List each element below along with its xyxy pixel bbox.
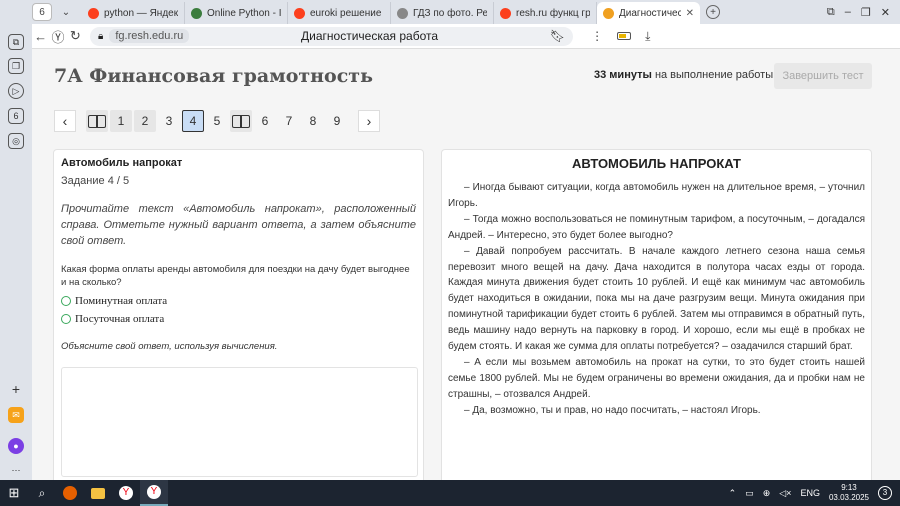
page-9[interactable]: 9 [326, 110, 348, 132]
back-arrow-icon[interactable]: ← [32, 29, 49, 44]
task-title: Автомобиль напрокат [61, 157, 183, 169]
tray-chevron-icon[interactable]: ⌃ [729, 488, 737, 499]
tab-favicon-icon [88, 7, 99, 19]
text-title: АВТОМОБИЛЬ НАПРОКАТ [572, 156, 741, 171]
more-icon[interactable]: ⋯ [8, 462, 24, 478]
page-content: 7А Финансовая грамотность 33 минуты на в… [32, 49, 900, 480]
browser-tab[interactable]: euroki решение за [288, 2, 391, 24]
text-paragraph: – Тогда можно воспользоваться не поминут… [448, 213, 865, 241]
prev-arrow-icon: ‹ [62, 113, 68, 129]
reading-text-panel: АВТОМОБИЛЬ НАПРОКАТ – Иногда бывают ситу… [441, 149, 872, 480]
browser-tab[interactable]: resh.ru функц гра [494, 2, 597, 24]
radio-icon[interactable] [61, 314, 71, 324]
page-5[interactable]: 5 [206, 110, 228, 132]
page-6[interactable]: 6 [254, 110, 276, 132]
tab-label: ГДЗ по фото. Реш [413, 7, 487, 19]
option-label: Поминутная оплата [75, 295, 168, 307]
tab-list-chevron-icon[interactable]: ⌄ [56, 3, 76, 21]
page-2[interactable]: 2 [134, 110, 156, 132]
url-domain: fg.resh.edu.ru [109, 29, 190, 43]
yandex-browser-active-icon[interactable]: Y [140, 480, 168, 506]
lock-icon: 🔒︎ [98, 30, 104, 42]
clock[interactable]: 9:13 03.03.2025 [829, 483, 869, 503]
text-body: – Иногда бывают ситуации, когда автомоби… [448, 180, 865, 419]
text-book-icon[interactable] [86, 110, 108, 132]
task-panel: Автомобиль напрокат Задание 4 / 5 Прочит… [53, 149, 424, 480]
windows-taskbar: ⊞ ⌕ Y Y ⌃ ▭ ⊕ ◁× ENG 9:13 03.03.2025 3 [0, 480, 900, 506]
page-title-in-url: Диагностическая работа [301, 29, 439, 43]
add-icon[interactable]: + [8, 381, 24, 397]
text-paragraph: – А если мы возьмем автомобиль на прокат… [448, 356, 865, 400]
tray-battery-icon[interactable]: ▭ [745, 488, 754, 499]
browser-tab[interactable]: Online Python - IDE [185, 2, 288, 24]
page-1[interactable]: 1 [110, 110, 132, 132]
tab-label: euroki решение за [310, 7, 384, 19]
menu-dots-icon[interactable]: ⋮ [591, 29, 603, 43]
browser-tab[interactable]: ГДЗ по фото. Реш [391, 2, 494, 24]
play-icon[interactable]: ▷ [8, 83, 24, 99]
tab-favicon-icon [294, 7, 305, 19]
search-icon[interactable]: ⌕ [28, 480, 56, 506]
prev-page-button[interactable]: ‹ [54, 110, 76, 132]
browser-sidebar: ⧉ ❐ ▷ 6 ◎ + ✉ ● ⋯ [0, 24, 32, 480]
clock-time: 9:13 [841, 483, 857, 492]
tab-count-icon[interactable]: 6 [8, 108, 24, 124]
tab-favicon-icon [191, 7, 202, 19]
timer-suffix: на выполнение работы [654, 69, 774, 81]
tab-counter-label: 6 [39, 6, 45, 18]
text-paragraph: – Давай попробуем рассчитать. В начале к… [448, 245, 865, 353]
page-8[interactable]: 8 [302, 110, 324, 132]
page-4-current[interactable]: 4 [182, 110, 204, 132]
firefox-icon[interactable] [56, 480, 84, 506]
camera-icon[interactable]: ◎ [8, 133, 24, 149]
notifications-badge[interactable]: 3 [878, 486, 892, 500]
next-page-button[interactable]: › [358, 110, 380, 132]
explain-prompt: Объясните свой ответ, используя вычислен… [61, 341, 278, 352]
page-7[interactable]: 7 [278, 110, 300, 132]
task-pager: ‹ 1 2 3 4 5 6 7 8 9 › [54, 110, 382, 132]
tab-favicon-icon [500, 7, 511, 19]
task-instruction: Прочитайте текст «Автомобиль напрокат», … [61, 203, 416, 247]
text-paragraph: – Да, возможно, ты и прав, но надо посчи… [464, 404, 761, 416]
copy-icon[interactable]: ❐ [8, 58, 24, 74]
timer-value: 33 минуты [594, 69, 652, 81]
reload-icon[interactable]: ↻ [67, 28, 84, 44]
tab-label: resh.ru функц гра [516, 7, 590, 19]
tab-label: Online Python - IDE [207, 7, 281, 19]
windows-start-icon[interactable]: ⊞ [0, 480, 28, 506]
tab-counter-button[interactable]: 6 [32, 3, 52, 21]
yandex-browser-icon[interactable]: Y [112, 480, 140, 506]
answer-textarea[interactable] [61, 367, 418, 477]
url-field[interactable]: 🔒︎ fg.resh.edu.ru Диагностическая работа… [90, 26, 574, 46]
mail-icon[interactable]: ✉ [8, 407, 24, 423]
file-explorer-icon[interactable] [84, 480, 112, 506]
address-bar: ← Ⓨ ↻ 🔒︎ fg.resh.edu.ru Диагностическая … [32, 24, 900, 49]
language-indicator[interactable]: ENG [800, 488, 820, 498]
next-arrow-icon: › [366, 113, 372, 129]
option-label: Посуточная оплата [75, 313, 165, 325]
text-paragraph: – Иногда бывают ситуации, когда автомоби… [448, 182, 865, 209]
task-number: Задание 4 / 5 [61, 175, 130, 187]
bookmark-icon[interactable]: 🔖︎ [550, 29, 565, 43]
volume-icon[interactable]: ◁× [779, 488, 791, 499]
option-per-day[interactable]: Посуточная оплата [61, 313, 416, 325]
browser-tab[interactable]: python — Яндекс [82, 2, 185, 24]
download-icon[interactable]: ⤓ [645, 29, 650, 44]
battery-icon[interactable] [617, 32, 632, 40]
option-per-minute[interactable]: Поминутная оплата [61, 295, 416, 307]
radio-icon[interactable] [61, 296, 71, 306]
yandex-y-icon[interactable]: Ⓨ [49, 27, 66, 46]
tab-label: python — Яндекс [104, 7, 178, 19]
clock-date: 03.03.2025 [828, 493, 869, 502]
network-globe-icon[interactable]: ⊕ [763, 488, 771, 499]
text-book-icon-2[interactable] [230, 110, 252, 132]
collections-icon[interactable]: ⧉ [8, 34, 24, 50]
tab-favicon-icon [397, 7, 408, 19]
page-3[interactable]: 3 [158, 110, 180, 132]
timer: 33 минуты на выполнение работы [594, 69, 773, 81]
finish-test-button[interactable]: Завершить тест [774, 63, 872, 89]
task-question: Какая форма оплаты аренды автомобиля для… [61, 264, 410, 288]
page-heading: 7А Финансовая грамотность [54, 65, 373, 87]
alice-icon[interactable]: ● [8, 438, 24, 454]
